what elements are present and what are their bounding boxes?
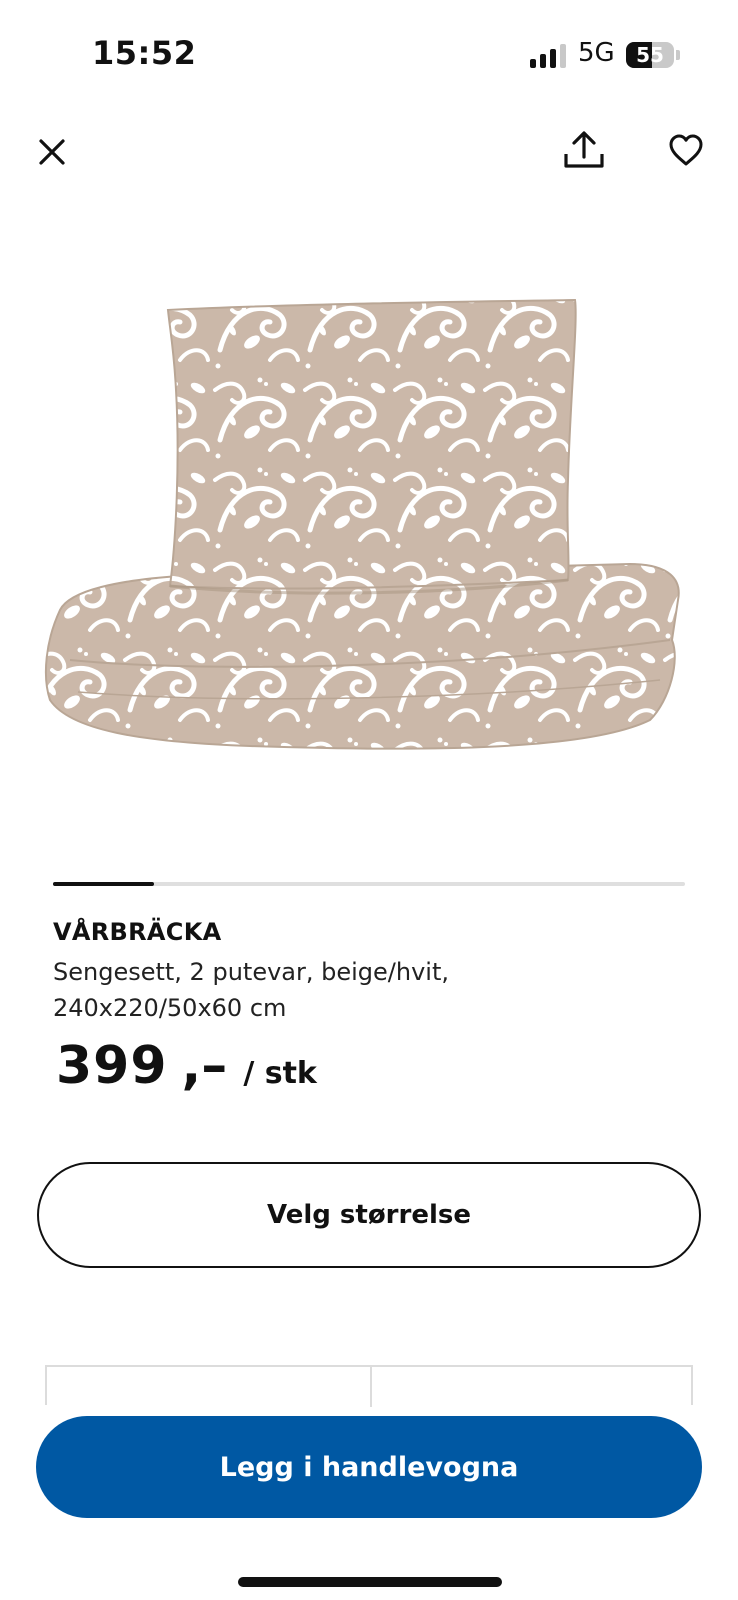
add-to-cart-button[interactable]: Legg i handlevogna bbox=[36, 1416, 702, 1518]
share-icon bbox=[564, 131, 604, 168]
price-decimal: ,– bbox=[181, 1036, 228, 1096]
close-icon bbox=[39, 139, 65, 165]
carousel-progress-fill bbox=[53, 882, 155, 886]
product-description: Sengesett, 2 putevar, beige/hvit, 240x22… bbox=[53, 958, 449, 1022]
product-image[interactable] bbox=[30, 280, 708, 780]
signal-icon bbox=[530, 44, 566, 68]
select-size-button[interactable]: Velg størrelse bbox=[37, 1162, 701, 1268]
battery-level: 55 bbox=[636, 43, 664, 67]
heart-icon bbox=[669, 134, 703, 166]
status-bar: 15:52 5G 55 bbox=[0, 0, 738, 100]
close-button[interactable] bbox=[24, 124, 80, 180]
home-indicator[interactable] bbox=[238, 1577, 502, 1587]
network-type: 5G bbox=[578, 38, 615, 68]
product-price: 399 ,– / stk bbox=[56, 1036, 317, 1096]
share-button[interactable] bbox=[556, 122, 612, 178]
product-name: VÅRBRÄCKA bbox=[53, 918, 222, 946]
price-unit: / stk bbox=[243, 1056, 317, 1091]
battery-tip bbox=[676, 50, 680, 60]
image-carousel-progress bbox=[53, 882, 685, 886]
favorite-button[interactable] bbox=[658, 122, 714, 178]
panel-divider bbox=[370, 1367, 372, 1407]
battery-icon: 55 bbox=[626, 42, 674, 68]
info-panel bbox=[45, 1365, 693, 1407]
price-integer: 399 bbox=[56, 1036, 168, 1096]
status-time: 15:52 bbox=[92, 34, 197, 72]
